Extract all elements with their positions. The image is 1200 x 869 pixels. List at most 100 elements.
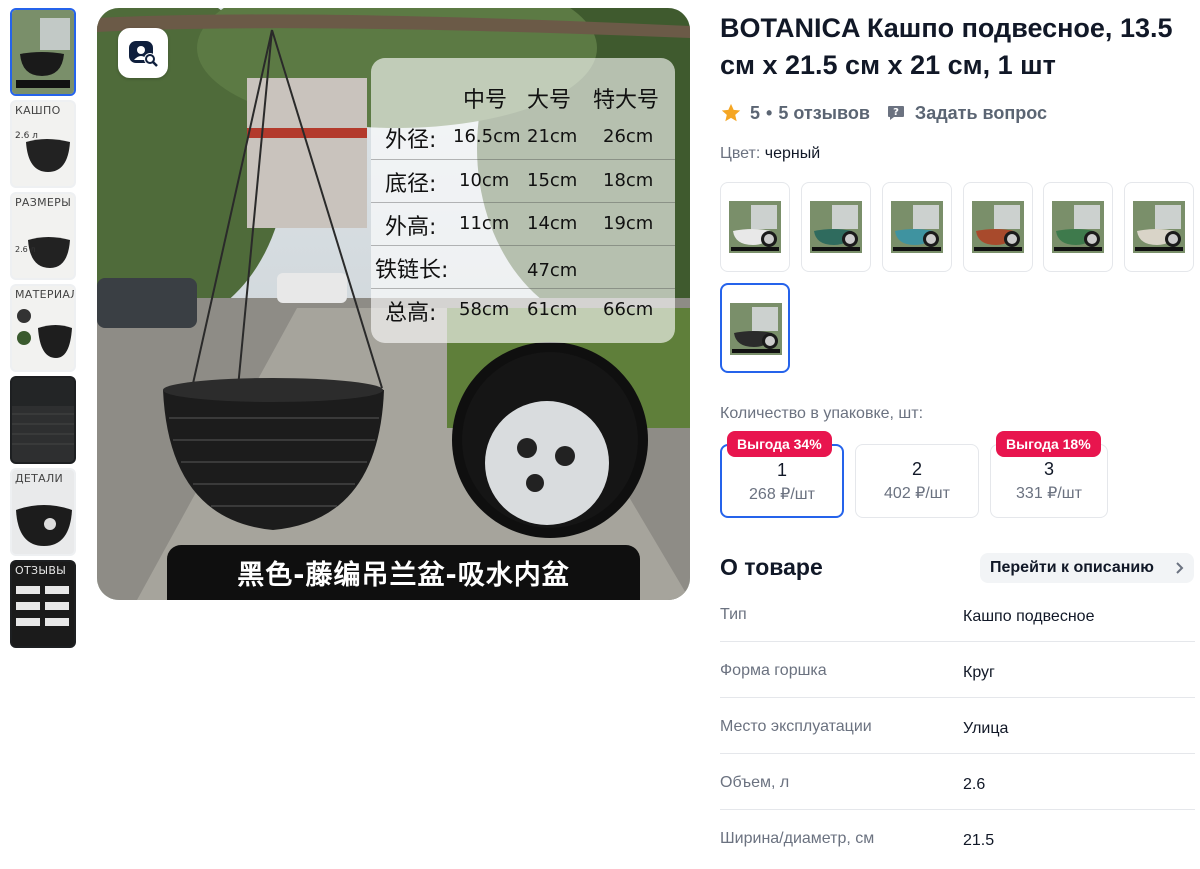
spec-value: 10cm [459,170,510,191]
product-title: BOTANICA Кашпо подвесное, 13.5 см х 21.5… [720,13,1173,80]
main-product-image[interactable]: 中号 大号 特大号 外径: 16.5cm 21cm 26cm 底径: 10cm … [97,8,690,600]
spec-row: 底径: 10cm 15cm 18cm [371,159,675,202]
question-icon: ? [887,106,904,120]
quantity-price: 402 ₽/шт [884,485,950,502]
quantity-price: 331 ₽/шт [1016,485,1082,502]
spec-value: 16.5cm [453,126,521,147]
thumbnail-label: ОТЗЫВЫ [15,564,67,577]
color-swatch[interactable] [720,182,790,272]
attribute-key: Объем, л [720,774,790,791]
spec-row: 外高: 11cm 14cm 19cm [371,202,675,245]
rating-separator: • [766,102,773,123]
swatch-thumbnail [891,201,943,253]
attribute-value: Кашпо подвесное [963,608,1095,625]
svg-text:2.6 л: 2.6 л [15,245,35,254]
spec-value: 21cm [527,126,578,147]
color-swatch[interactable] [1043,182,1113,272]
color-swatch[interactable] [963,182,1033,272]
spec-value: 11cm [459,213,510,234]
attribute-key: Место эксплуатации [720,718,872,735]
attribute-row: Тип Кашпо подвесное [720,606,1195,662]
thumbnail-7[interactable]: ОТЗЫВЫ [10,560,76,648]
image-search-icon [129,41,158,67]
divider [720,753,1195,754]
svg-text:?: ? [893,107,899,118]
thumbnail-label: МАТЕРИАЛ [15,288,76,301]
swatch-thumbnail [730,303,782,355]
attribute-key: Форма горшка [720,662,827,679]
thumbnail-6[interactable]: ДЕТАЛИ [10,468,76,556]
thumbnail-label: КАШПО [15,104,61,117]
divider [720,697,1195,698]
color-swatch[interactable] [801,182,871,272]
color-label: Цвет: черный [720,145,820,163]
swatch-thumbnail [729,201,781,253]
thumbnail-label: ДЕТАЛИ [15,472,64,485]
spec-header-xlarge: 特大号 [593,88,660,113]
thumbnail-2[interactable]: 2.6 л КАШПО [10,100,76,188]
go-to-description-label: Перейти к описанию [990,559,1154,576]
quantity-count: 1 [776,460,787,480]
attribute-value: Круг [963,664,995,681]
spec-row-label: 底径: [385,172,437,197]
attribute-row: Объем, л 2.6 [720,774,1195,830]
spec-value: 61cm [527,299,578,320]
quantity-count: 3 [1043,459,1054,479]
go-to-description-button[interactable]: Перейти к описанию [980,553,1194,583]
thumbnail-5[interactable] [10,376,76,464]
spec-row-label: 铁链长: [375,258,449,283]
color-swatch[interactable] [720,283,790,373]
thumbnail-1[interactable] [10,8,76,96]
spec-value: 15cm [527,170,578,191]
reviews-link[interactable]: 5 отзывов [778,103,870,124]
spec-row: 总高: 58cm 61cm 66cm [371,288,675,331]
thumbnail-3[interactable]: 2.6 л РАЗМЕРЫ [10,192,76,280]
spec-value: 26cm [603,126,654,147]
image-search-button[interactable] [118,28,168,78]
swatch-thumbnail [1133,201,1185,253]
about-product-heading: О товаре [720,554,823,580]
quantity-price: 268 ₽/шт [749,486,815,503]
attribute-row: Ширина/диаметр, см 21.5 [720,830,1195,869]
thumbnail-4[interactable]: МАТЕРИАЛ [10,284,76,372]
rating-value: 5 [750,102,761,123]
spec-value: 66cm [603,299,654,320]
swatch-thumbnail [1052,201,1104,253]
color-value: черный [764,145,821,162]
color-swatch[interactable] [882,182,952,272]
spec-header-medium: 中号 [463,88,508,113]
discount-badge: Выгода 34% [727,431,832,457]
attribute-value: Улица [963,720,1009,737]
color-label-text: Цвет: [720,145,761,162]
attribute-key: Ширина/диаметр, см [720,830,875,847]
quantity-label: Количество в упаковке, шт: [720,405,924,422]
thumbnail-list: 2.6 л КАШПО 2.6 л РАЗМЕРЫ МАТЕРИАЛ ДЕТАЛ… [10,8,80,652]
product-banner: 黑色-藤编吊兰盆-吸水内盆 [167,545,640,600]
spec-row: 外径: 16.5cm 21cm 26cm [371,116,675,159]
thumbnail-label: РАЗМЕРЫ [15,196,72,209]
attribute-row: Форма горшка Круг [720,662,1195,718]
ask-question-button[interactable]: ? Задать вопрос [886,103,1047,124]
spec-row-label: 外径: [385,128,437,153]
attribute-key: Тип [720,606,747,623]
quantity-option-2[interactable]: 2 402 ₽/шт [855,444,979,518]
thumbnail-image [12,10,74,94]
swatch-thumbnail [810,201,862,253]
divider [720,809,1195,810]
spec-value: 58cm [459,299,510,320]
spec-header-large: 大号 [527,88,572,113]
color-swatch[interactable] [1124,182,1194,272]
spec-value: 19cm [603,213,654,234]
thumbnail-image [12,378,74,462]
attribute-value: 2.6 [963,776,986,793]
rating-row: 5 • 5 отзывов ? Задать вопрос [720,100,1047,126]
size-spec-table: 中号 大号 特大号 外径: 16.5cm 21cm 26cm 底径: 10cm … [371,58,675,343]
chevron-right-icon [1176,562,1184,574]
spec-value: 14cm [527,213,578,234]
attribute-row: Место эксплуатации Улица [720,718,1195,774]
quantity-count: 2 [911,459,922,479]
divider [720,641,1195,642]
star-icon [721,103,741,122]
attribute-value: 21.5 [963,832,995,849]
discount-badge: Выгода 18% [996,431,1101,457]
